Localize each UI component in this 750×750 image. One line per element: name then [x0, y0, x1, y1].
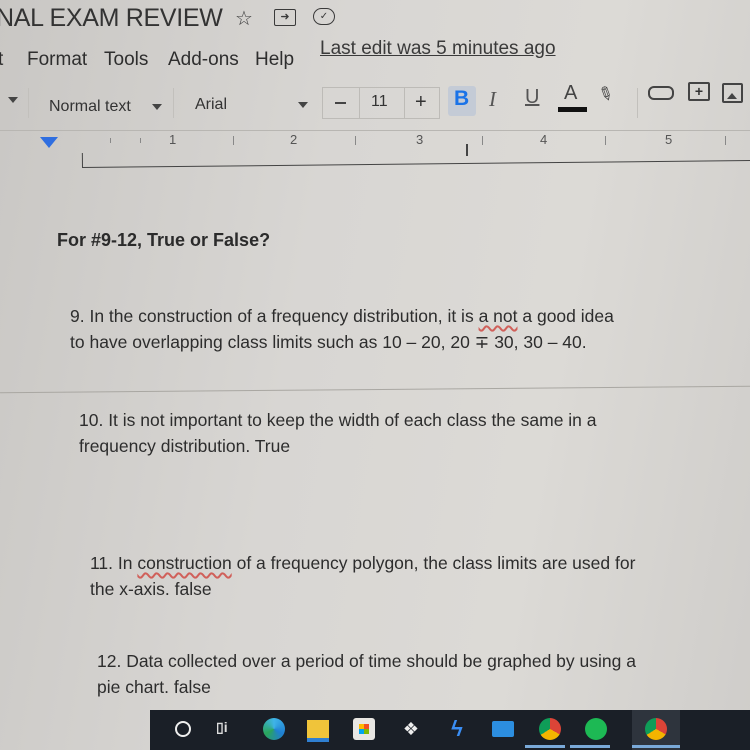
menu-insert[interactable]: t — [0, 49, 3, 71]
chrome-profile-icon[interactable] — [645, 718, 667, 740]
minus-icon — [335, 102, 346, 104]
mail-icon[interactable] — [492, 721, 514, 737]
increase-font-size-button[interactable]: + — [404, 87, 440, 119]
menu-tools[interactable]: Tools — [104, 49, 148, 71]
app-icon[interactable]: ϟ — [446, 718, 468, 740]
section-heading: For #9-12, True or False? — [57, 230, 271, 250]
active-indicator — [632, 745, 680, 748]
ruler-number: 5 — [665, 132, 673, 147]
dropbox-icon[interactable]: ❖ — [400, 718, 422, 740]
toolbar-separator — [28, 88, 29, 118]
task-view-icon[interactable]: ▯i — [216, 719, 238, 741]
question-10[interactable]: 10. It is not important to keep the widt… — [79, 407, 597, 459]
spotify-icon[interactable] — [585, 718, 607, 740]
toolbar-separator — [173, 88, 174, 118]
file-explorer-icon[interactable] — [307, 720, 329, 742]
text: of a frequency polygon, the class limits… — [231, 553, 636, 573]
bold-button[interactable]: B — [454, 87, 469, 111]
insert-image-icon[interactable] — [722, 83, 743, 103]
question-9-line-2: to have overlapping class limits such as… — [70, 332, 587, 352]
star-icon[interactable]: ☆ — [235, 6, 253, 31]
question-12[interactable]: 12. Data collected over a period of time… — [97, 648, 636, 700]
font-size-input[interactable]: 11 — [358, 87, 404, 119]
ruler-number: 2 — [290, 132, 298, 147]
active-indicator — [525, 745, 565, 748]
ruler-tick — [110, 138, 111, 143]
toolbar-separator — [637, 88, 638, 118]
active-indicator — [570, 745, 610, 748]
style-dropdown-arrow-icon[interactable] — [152, 104, 162, 110]
text: 9. In the construction of a frequency di… — [70, 306, 479, 326]
ruler-tick — [482, 136, 483, 145]
edge-icon[interactable] — [263, 718, 285, 740]
ruler-tick — [233, 136, 234, 145]
menu-format[interactable]: Format — [27, 49, 87, 71]
font-size-value: 11 — [371, 93, 388, 110]
question-9-line-1: 9. In the construction of a frequency di… — [70, 303, 614, 329]
ruler-tick — [725, 136, 726, 145]
style-dropdown[interactable]: Normal text — [49, 98, 131, 116]
font-dropdown-arrow-icon[interactable] — [298, 102, 308, 108]
question-11-line-2: the x-axis. false — [90, 579, 212, 599]
plus-icon: + — [415, 91, 427, 113]
question-10-line-2: frequency distribution. True — [79, 436, 291, 456]
zoom-dropdown-arrow-icon[interactable] — [8, 97, 18, 103]
add-comment-icon[interactable]: + — [688, 82, 710, 101]
spelling-error[interactable]: construction — [137, 553, 231, 573]
page-margin-mark — [466, 144, 468, 156]
underline-button[interactable]: U — [525, 86, 539, 109]
highlight-pen-icon[interactable]: ✎ — [594, 82, 617, 107]
text: a good idea — [517, 306, 614, 326]
question-10-line-1: 10. It is not important to keep the widt… — [79, 410, 597, 430]
text-color-button[interactable]: A — [564, 82, 577, 105]
question-11[interactable]: 11. In construction of a frequency polyg… — [90, 550, 635, 602]
menu-addons[interactable]: Add-ons — [168, 49, 239, 71]
text: 11. In — [90, 553, 138, 573]
question-12-line-2: pie chart. false — [97, 677, 211, 697]
ruler-number: 3 — [416, 132, 424, 147]
taskbar: ▯i ❖ ϟ — [150, 710, 750, 750]
store-logo-glyph — [359, 724, 369, 734]
italic-button[interactable]: I — [489, 87, 496, 112]
ruler-tick — [355, 136, 356, 145]
last-edit-link[interactable]: Last edit was 5 minutes ago — [320, 38, 556, 60]
ruler-tick — [605, 136, 606, 145]
menu-help[interactable]: Help — [255, 49, 294, 71]
question-11-line-1: 11. In construction of a frequency polyg… — [90, 550, 635, 576]
ruler-number: 4 — [540, 132, 548, 147]
indent-marker-icon[interactable] — [40, 137, 58, 148]
font-dropdown[interactable]: Arial — [195, 96, 227, 114]
decrease-font-size-button[interactable] — [322, 87, 360, 119]
store-icon[interactable] — [353, 718, 375, 740]
chrome-icon[interactable] — [539, 718, 561, 740]
link-icon[interactable] — [648, 86, 674, 100]
cloud-saved-icon[interactable]: ✓ — [313, 8, 335, 25]
document-title[interactable]: NAL EXAM REVIEW — [0, 4, 223, 33]
page-break-line — [0, 385, 750, 394]
search-icon[interactable] — [175, 721, 191, 737]
question-9[interactable]: 9. In the construction of a frequency di… — [70, 303, 614, 355]
question-12-line-1: 12. Data collected over a period of time… — [97, 651, 636, 671]
image-mountain-glyph — [727, 93, 737, 99]
ruler-number: 1 — [169, 132, 177, 147]
ruler-tick — [140, 138, 141, 143]
spelling-error[interactable]: a not — [479, 306, 518, 326]
move-to-folder-icon[interactable]: ➜ — [274, 9, 296, 26]
text-color-swatch — [558, 107, 587, 112]
toolbar: Normal text Arial 11 + B I U A ✎ + — [0, 82, 750, 131]
